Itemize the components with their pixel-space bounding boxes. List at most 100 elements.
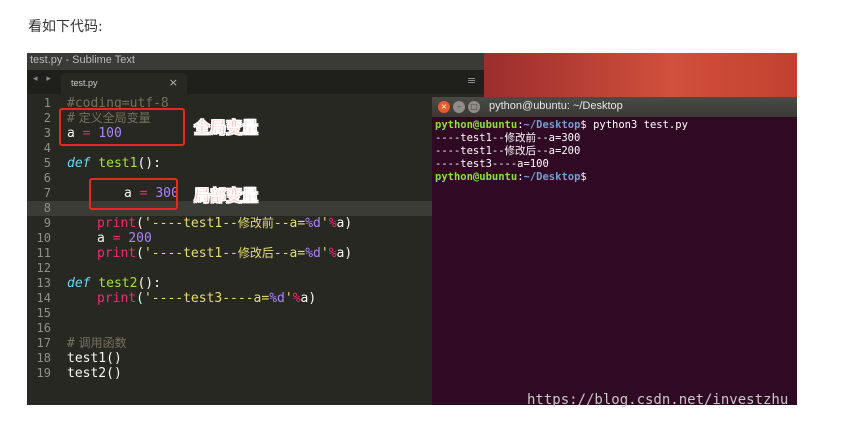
code-line-14: print('----test3----a=%d'%a): [97, 291, 316, 306]
global-var-highlight-box: [59, 108, 185, 146]
paren: (: [136, 216, 144, 231]
string: --a=: [273, 246, 306, 261]
line-number: 9: [43, 216, 51, 230]
code-line-19: test2(): [67, 366, 122, 381]
line-number: 4: [43, 141, 51, 155]
code-line-11: print('----test1--修改后--a=%d'%a): [97, 246, 352, 261]
var-name: a: [97, 231, 105, 246]
line-number: 2: [43, 111, 51, 125]
tab-label: test.py: [71, 78, 98, 88]
operator: %: [328, 246, 337, 261]
sublime-titlebar: test.py - Sublime Text: [27, 53, 484, 70]
close-icon[interactable]: ×: [438, 101, 450, 113]
operator: %: [292, 291, 301, 306]
line-number: 10: [36, 231, 51, 245]
code-tail: a): [300, 291, 317, 306]
line-number: 13: [36, 276, 51, 290]
punctuation: ():: [137, 276, 161, 291]
call: test1(): [67, 351, 122, 366]
line-number: 18: [36, 351, 51, 365]
terminal-title: python@ubuntu: ~/Desktop: [489, 100, 623, 112]
global-var-annotation: 全局变量: [194, 118, 259, 137]
number: 200: [128, 231, 152, 246]
terminal-command-line: python@ubuntu:~/Desktop$ python3 test.py: [435, 119, 688, 132]
command: python3 test.py: [586, 119, 688, 131]
code-line-10: a = 200: [97, 231, 152, 246]
function-name: test2: [90, 276, 138, 291]
builtin-print: print: [97, 246, 137, 261]
local-var-annotation: 局部变量: [194, 186, 259, 205]
code-tail: a): [336, 216, 353, 231]
local-var-highlight-box: [89, 178, 178, 210]
line-number: 17: [36, 336, 51, 350]
string: '----test3----a=: [143, 291, 270, 306]
prompt-sign: $: [580, 171, 587, 183]
intro-text: 看如下代码:: [28, 19, 103, 35]
terminal-output-line: ----test1--修改后--a=200: [435, 145, 581, 157]
code-line-17: # 调用函数: [67, 336, 127, 351]
sublime-tabbar: ◂ ▸ test.py × ≡: [27, 70, 484, 94]
line-number: 11: [36, 246, 51, 260]
code-line-18: test1(): [67, 351, 122, 366]
line-number: 3: [43, 126, 51, 140]
prompt-path: ~/Desktop: [523, 171, 581, 183]
desktop-wallpaper: [484, 53, 797, 97]
format-spec: %d: [305, 216, 321, 231]
terminal-output-line: ----test3----a=100: [435, 158, 549, 170]
string: --a=: [273, 216, 306, 231]
tab-close-icon[interactable]: ×: [169, 76, 178, 89]
operator: %: [328, 216, 337, 231]
tab-test-py[interactable]: test.py ×: [61, 73, 187, 94]
code-tail: a): [336, 246, 353, 261]
builtin-print: print: [97, 216, 137, 231]
paren: (: [136, 291, 144, 306]
format-spec: %d: [305, 246, 321, 261]
string-quote: ': [320, 216, 329, 231]
terminal-prompt-line[interactable]: python@ubuntu:~/Desktop$: [435, 171, 587, 184]
comment-text: 调用函数: [74, 336, 127, 350]
code-line-9: print('----test1--修改前--a=%d'%a): [97, 216, 352, 231]
tab-nav-arrows-icon[interactable]: ◂ ▸: [33, 74, 54, 84]
string: '----test1--: [143, 246, 238, 261]
punctuation: ():: [137, 156, 161, 171]
string-quote: ': [284, 291, 293, 306]
string: '----test1--: [143, 216, 238, 231]
string-cjk: 修改前: [237, 216, 274, 230]
string-cjk: 修改后: [237, 246, 274, 260]
terminal-output-line: ----test1--修改前--a=300: [435, 132, 581, 144]
line-number: 8: [43, 201, 51, 215]
screenshot: test.py - Sublime Text ◂ ▸ test.py × ≡ 1…: [27, 53, 797, 405]
maximize-icon[interactable]: □: [468, 101, 480, 113]
line-number: 12: [36, 261, 51, 275]
sublime-window-title: test.py - Sublime Text: [30, 54, 135, 66]
operator: =: [104, 231, 129, 246]
paren: (: [136, 246, 144, 261]
line-number: 6: [43, 171, 51, 185]
code-line-13: def test2():: [67, 276, 161, 291]
code-editor[interactable]: 1 2 3 4 5 6 7 8 9 10 11 12 13 14 15 16 1…: [27, 94, 432, 405]
format-spec: %d: [269, 291, 285, 306]
line-number: 16: [36, 321, 51, 335]
comment-hash: #: [67, 336, 75, 351]
terminal-titlebar[interactable]: × – □ python@ubuntu: ~/Desktop: [432, 97, 797, 117]
prompt-path: ~/Desktop: [523, 119, 581, 131]
minimize-icon[interactable]: –: [453, 101, 465, 113]
line-number: 14: [36, 291, 51, 305]
line-number: 1: [43, 96, 51, 110]
terminal-window[interactable]: × – □ python@ubuntu: ~/Desktop python@ub…: [432, 97, 797, 405]
keyword: def: [67, 156, 91, 171]
keyword: def: [67, 276, 91, 291]
call: test2(): [67, 366, 122, 381]
line-number: 7: [43, 186, 51, 200]
line-number: 19: [36, 366, 51, 380]
line-number-gutter: 1 2 3 4 5 6 7 8 9 10 11 12 13 14 15 16 1…: [27, 94, 60, 405]
watermark: https://blog.csdn.net/investzhu: [527, 392, 789, 408]
tab-menu-icon[interactable]: ≡: [467, 74, 476, 87]
line-number: 5: [43, 156, 51, 170]
code-line-5: def test1():: [67, 156, 161, 171]
string-quote: ': [320, 246, 329, 261]
function-name: test1: [90, 156, 138, 171]
line-number: 15: [36, 306, 51, 320]
prompt-user: python@ubuntu: [435, 119, 518, 131]
prompt-user: python@ubuntu: [435, 171, 518, 183]
